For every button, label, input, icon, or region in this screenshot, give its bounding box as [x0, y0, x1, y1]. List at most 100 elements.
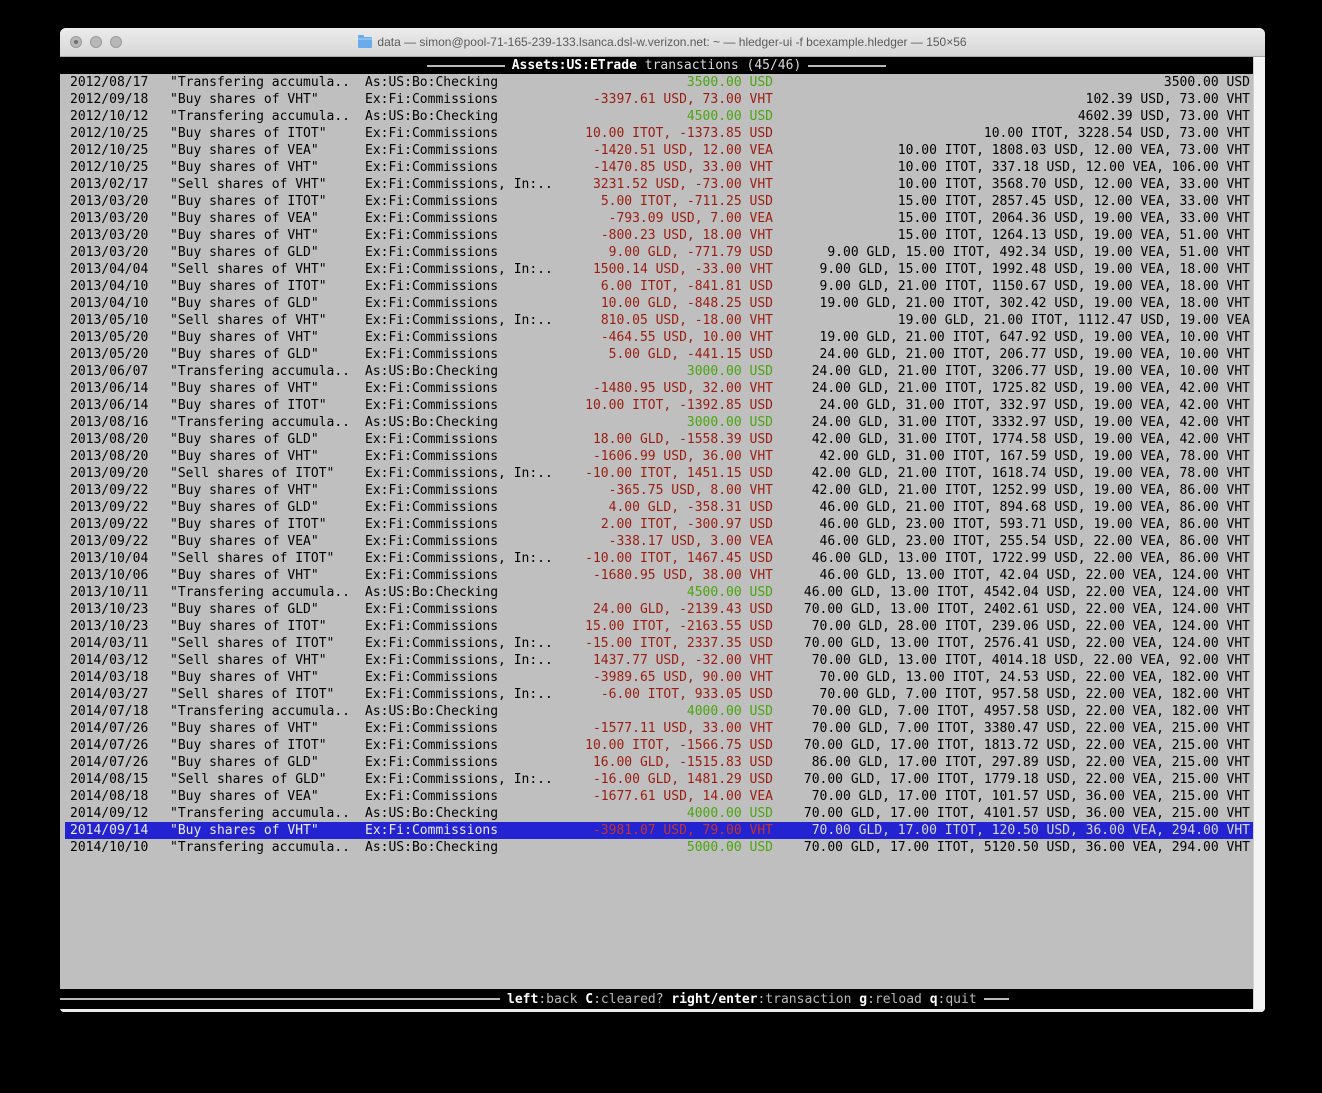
transaction-row[interactable]: 2014/07/26"Buy shares of VHT"Ex:Fi:Commi… — [65, 720, 1253, 737]
transaction-amount: -338.17 USD, 3.00 VEA — [565, 533, 773, 550]
transaction-row[interactable]: 2012/10/25"Buy shares of VHT"Ex:Fi:Commi… — [65, 159, 1253, 176]
transaction-description: "Buy shares of VEA" — [170, 788, 365, 805]
transaction-other-accounts: As:US:Bo:Checking — [365, 74, 565, 91]
transaction-row[interactable]: 2013/05/10"Sell shares of VHT"Ex:Fi:Comm… — [65, 312, 1253, 329]
transaction-description: "Buy shares of VHT" — [170, 91, 365, 108]
transaction-row[interactable]: 2013/10/06"Buy shares of VHT"Ex:Fi:Commi… — [65, 567, 1253, 584]
transaction-row[interactable]: 2013/10/23"Buy shares of ITOT"Ex:Fi:Comm… — [65, 618, 1253, 635]
transaction-row[interactable]: 2013/06/14"Buy shares of ITOT"Ex:Fi:Comm… — [65, 397, 1253, 414]
transaction-row[interactable]: 2012/10/25"Buy shares of VEA"Ex:Fi:Commi… — [65, 142, 1253, 159]
help-label: :cleared? — [593, 992, 663, 1007]
transaction-other-accounts: Ex:Fi:Commissions, In:.. — [365, 550, 565, 567]
transaction-row[interactable]: 2013/06/07"Transfering accumula..As:US:B… — [65, 363, 1253, 380]
transaction-row[interactable]: 2013/04/04"Sell shares of VHT"Ex:Fi:Comm… — [65, 261, 1253, 278]
transaction-other-accounts: As:US:Bo:Checking — [365, 703, 565, 720]
transaction-running-total: 15.00 ITOT, 2857.45 USD, 12.00 VEA, 33.0… — [773, 193, 1250, 210]
transaction-date: 2014/07/26 — [70, 720, 150, 737]
transaction-row[interactable]: 2013/06/14"Buy shares of VHT"Ex:Fi:Commi… — [65, 380, 1253, 397]
transaction-row[interactable]: 2013/10/23"Buy shares of GLD"Ex:Fi:Commi… — [65, 601, 1253, 618]
transaction-row[interactable]: 2013/10/11"Transfering accumula..As:US:B… — [65, 584, 1253, 601]
transaction-row[interactable]: 2014/03/27"Sell shares of ITOT"Ex:Fi:Com… — [65, 686, 1253, 703]
header-title: Assets:US:ETrade transactions (45/46) — [512, 57, 802, 74]
transaction-description: "Transfering accumula.. — [170, 74, 365, 91]
transaction-amount: -15.00 ITOT, 2337.35 USD — [565, 635, 773, 652]
transaction-row[interactable]: 2012/10/25"Buy shares of ITOT"Ex:Fi:Comm… — [65, 125, 1253, 142]
transaction-row[interactable]: 2014/03/18"Buy shares of VHT"Ex:Fi:Commi… — [65, 669, 1253, 686]
transaction-other-accounts: Ex:Fi:Commissions — [365, 618, 565, 635]
transaction-description: "Buy shares of VEA" — [170, 533, 365, 550]
transaction-other-accounts: Ex:Fi:Commissions — [365, 397, 565, 414]
transaction-row[interactable]: 2014/07/18"Transfering accumula..As:US:B… — [65, 703, 1253, 720]
minimize-button[interactable] — [90, 36, 102, 48]
transaction-row[interactable]: 2014/03/12"Sell shares of VHT"Ex:Fi:Comm… — [65, 652, 1253, 669]
transaction-date: 2013/03/20 — [70, 244, 150, 261]
transaction-row[interactable]: 2013/09/20"Sell shares of ITOT"Ex:Fi:Com… — [65, 465, 1253, 482]
transaction-date: 2013/10/04 — [70, 550, 150, 567]
transaction-running-total: 24.00 GLD, 21.00 ITOT, 1725.82 USD, 19.0… — [773, 380, 1250, 397]
transaction-other-accounts: Ex:Fi:Commissions — [365, 533, 565, 550]
transaction-row[interactable]: 2012/10/12"Transfering accumula..As:US:B… — [65, 108, 1253, 125]
transaction-row[interactable]: 2014/09/12"Transfering accumula..As:US:B… — [65, 805, 1253, 822]
transaction-row[interactable]: 2013/04/10"Buy shares of GLD"Ex:Fi:Commi… — [65, 295, 1253, 312]
transaction-row[interactable]: 2013/09/22"Buy shares of VEA"Ex:Fi:Commi… — [65, 533, 1253, 550]
transaction-row[interactable]: 2013/03/20"Buy shares of VEA"Ex:Fi:Commi… — [65, 210, 1253, 227]
scrollbar-track[interactable] — [1253, 57, 1265, 1009]
zoom-button[interactable] — [110, 36, 122, 48]
transaction-row[interactable]: 2013/08/20"Buy shares of VHT"Ex:Fi:Commi… — [65, 448, 1253, 465]
transaction-description: "Buy shares of VHT" — [170, 822, 365, 839]
help-key: C — [585, 992, 593, 1007]
close-button[interactable] — [70, 36, 82, 48]
transaction-amount: 9.00 GLD, -771.79 USD — [565, 244, 773, 261]
transaction-description: "Transfering accumula.. — [170, 414, 365, 431]
transaction-row[interactable]: 2013/09/22"Buy shares of GLD"Ex:Fi:Commi… — [65, 499, 1253, 516]
transaction-row[interactable]: 2013/03/20"Buy shares of GLD"Ex:Fi:Commi… — [65, 244, 1253, 261]
window-controls — [70, 28, 122, 56]
transaction-row[interactable]: 2014/08/15"Sell shares of GLD"Ex:Fi:Comm… — [65, 771, 1253, 788]
help-label: :quit — [938, 992, 977, 1007]
transaction-description: "Buy shares of ITOT" — [170, 737, 365, 754]
transaction-row[interactable]: 2013/04/10"Buy shares of ITOT"Ex:Fi:Comm… — [65, 278, 1253, 295]
transaction-date: 2013/04/10 — [70, 278, 150, 295]
transaction-row[interactable]: 2014/07/26"Buy shares of ITOT"Ex:Fi:Comm… — [65, 737, 1253, 754]
transaction-row[interactable]: 2014/03/11"Sell shares of ITOT"Ex:Fi:Com… — [65, 635, 1253, 652]
transaction-date: 2013/03/20 — [70, 193, 150, 210]
titlebar[interactable]: data — simon@pool-71-165-239-133.lsanca.… — [60, 28, 1265, 57]
transaction-row[interactable]: 2014/10/10"Transfering accumula..As:US:B… — [65, 839, 1253, 856]
transaction-row[interactable]: 2014/08/18"Buy shares of VEA"Ex:Fi:Commi… — [65, 788, 1253, 805]
transaction-row[interactable]: 2013/10/04 "Sell shares of ITOT"Ex:Fi:Com… — [65, 550, 1253, 567]
transaction-row[interactable]: 2013/05/20"Buy shares of VHT"Ex:Fi:Commi… — [65, 329, 1253, 346]
transaction-row[interactable]: 2014/07/26"Buy shares of GLD"Ex:Fi:Commi… — [65, 754, 1253, 771]
transaction-running-total: 24.00 GLD, 21.00 ITOT, 206.77 USD, 19.00… — [773, 346, 1250, 363]
transaction-row[interactable]: 2013/03/20"Buy shares of VHT"Ex:Fi:Commi… — [65, 227, 1253, 244]
transaction-row[interactable]: 2013/09/22"Buy shares of ITOT"Ex:Fi:Comm… — [65, 516, 1253, 533]
transaction-running-total: 70.00 GLD, 13.00 ITOT, 2402.61 USD, 22.0… — [773, 601, 1250, 618]
help-hints: left:back C:cleared? right/enter:transac… — [507, 991, 977, 1008]
transaction-row[interactable]: 2013/02/17"Sell shares of VHT"Ex:Fi:Comm… — [65, 176, 1253, 193]
transaction-row[interactable]: 2013/08/16"Transfering accumula..As:US:B… — [65, 414, 1253, 431]
transaction-description: "Buy shares of VHT" — [170, 448, 365, 465]
transaction-amount: 10.00 ITOT, -1373.85 USD — [565, 125, 773, 142]
transaction-running-total: 42.00 GLD, 31.00 ITOT, 1774.58 USD, 19.0… — [773, 431, 1250, 448]
register-header-bar: Assets:US:ETrade transactions (45/46) — [60, 57, 1253, 74]
transaction-row[interactable]: 2013/03/20"Buy shares of ITOT"Ex:Fi:Comm… — [65, 193, 1253, 210]
transaction-running-total: 3500.00 USD — [773, 74, 1250, 91]
transaction-running-total: 46.00 GLD, 23.00 ITOT, 255.54 USD, 22.00… — [773, 533, 1250, 550]
transaction-description: "Sell shares of ITOT" — [170, 550, 365, 567]
window-title: data — simon@pool-71-165-239-133.lsanca.… — [377, 35, 966, 49]
help-label: :back — [538, 992, 577, 1007]
transaction-row[interactable]: 2013/08/20"Buy shares of GLD"Ex:Fi:Commi… — [65, 431, 1253, 448]
transaction-row[interactable]: 2013/05/20"Buy shares of GLD"Ex:Fi:Commi… — [65, 346, 1253, 363]
transaction-amount: -16.00 GLD, 1481.29 USD — [565, 771, 773, 788]
transaction-other-accounts: Ex:Fi:Commissions, In:.. — [365, 686, 565, 703]
transaction-amount: -3989.65 USD, 90.00 VHT — [565, 669, 773, 686]
transaction-amount: 1500.14 USD, -33.00 VHT — [565, 261, 773, 278]
transaction-row[interactable]: 2012/08/17"Transfering accumula..As:US:B… — [65, 74, 1253, 91]
transaction-running-total: 70.00 GLD, 17.00 ITOT, 5120.50 USD, 36.0… — [773, 839, 1250, 856]
transaction-row[interactable]: 2013/09/22"Buy shares of VHT"Ex:Fi:Commi… — [65, 482, 1253, 499]
transaction-amount: -1480.95 USD, 32.00 VHT — [565, 380, 773, 397]
transaction-running-total: 70.00 GLD, 7.00 ITOT, 4957.58 USD, 22.00… — [773, 703, 1250, 720]
transaction-description: "Sell shares of VHT" — [170, 261, 365, 278]
transaction-row-selected[interactable]: 2014/09/14"Buy shares of VHT"Ex:Fi:Commi… — [65, 822, 1253, 839]
transaction-row[interactable]: 2012/09/18"Buy shares of VHT"Ex:Fi:Commi… — [65, 91, 1253, 108]
transaction-running-total: 70.00 GLD, 13.00 ITOT, 4014.18 USD, 22.0… — [773, 652, 1250, 669]
